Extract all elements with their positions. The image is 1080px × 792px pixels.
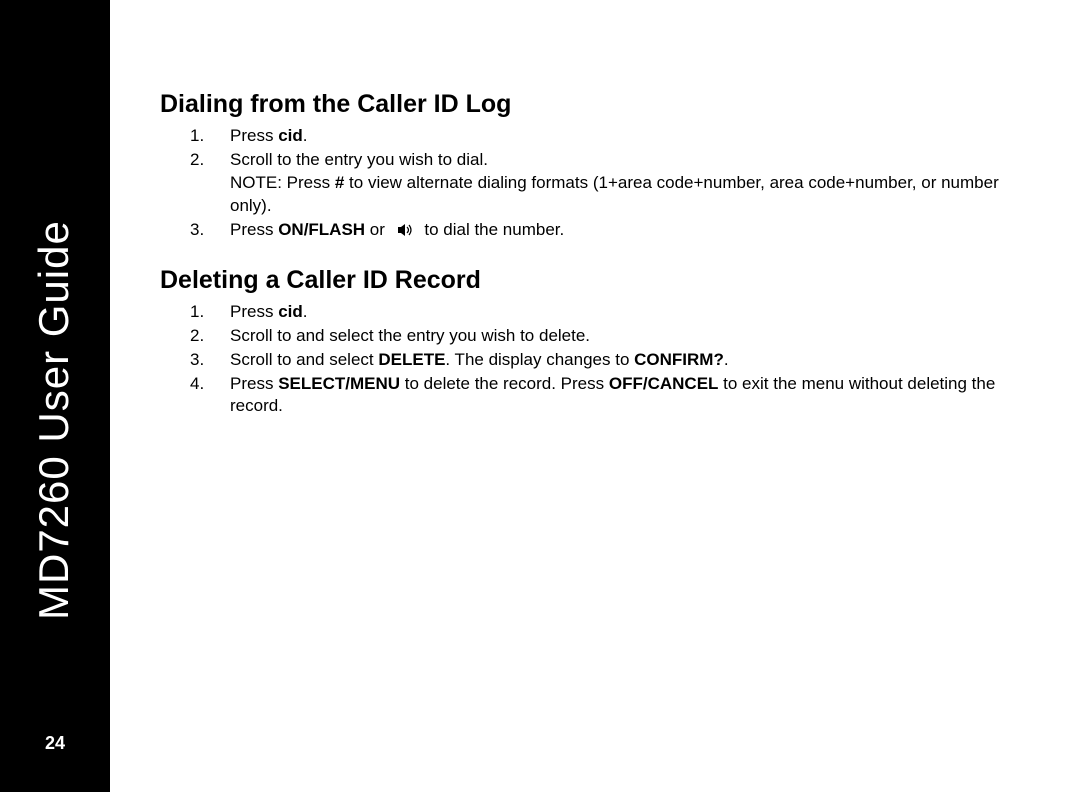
step-text-bold: SELECT/MENU — [278, 374, 400, 393]
step-text: . — [303, 126, 308, 145]
section-heading-deleting: Deleting a Caller ID Record — [160, 266, 1030, 295]
step-text: to delete the record. Press — [400, 374, 609, 393]
step-text: . — [303, 302, 308, 321]
steps-dialing: 1. Press cid. 2. Scroll to the entry you… — [160, 125, 1030, 242]
step-text: or — [365, 220, 390, 239]
step-text-bold: OFF/CANCEL — [609, 374, 719, 393]
step-text: Scroll to and select the entry you wish … — [230, 326, 590, 345]
step-item: 2. Scroll to the entry you wish to dial.… — [160, 149, 1030, 218]
step-number: 4. — [190, 373, 204, 396]
sidebar: MD7260 User Guide 24 — [0, 0, 110, 792]
step-item: 3. Scroll to and select DELETE. The disp… — [160, 349, 1030, 372]
step-item: 1. Press cid. — [160, 301, 1030, 324]
step-text: Scroll to and select — [230, 350, 378, 369]
step-text: Press — [230, 220, 278, 239]
note-text-bold: # — [335, 173, 344, 192]
speaker-icon — [396, 219, 414, 242]
step-number: 1. — [190, 301, 204, 324]
step-number: 2. — [190, 149, 204, 172]
note-text: to view alternate dialing formats (1+are… — [230, 173, 999, 215]
section-heading-dialing: Dialing from the Caller ID Log — [160, 90, 1030, 119]
guide-title: MD7260 User Guide — [30, 120, 78, 620]
step-text: . The display changes to — [445, 350, 634, 369]
step-text: . — [724, 350, 729, 369]
page-number: 24 — [45, 733, 65, 754]
step-text: Press — [230, 126, 278, 145]
page-content: Dialing from the Caller ID Log 1. Press … — [110, 0, 1080, 792]
step-text-bold: DELETE — [378, 350, 445, 369]
step-text-bold: cid — [278, 302, 303, 321]
step-item: 3. Press ON/FLASH or to dial the number. — [160, 219, 1030, 242]
step-text: to dial the number. — [420, 220, 565, 239]
step-text: Press — [230, 374, 278, 393]
step-item: 4. Press SELECT/MENU to delete the recor… — [160, 373, 1030, 419]
step-number: 3. — [190, 349, 204, 372]
step-item: 1. Press cid. — [160, 125, 1030, 148]
step-number: 3. — [190, 219, 204, 242]
step-item: 2. Scroll to and select the entry you wi… — [160, 325, 1030, 348]
step-number: 2. — [190, 325, 204, 348]
note-text: NOTE: Press — [230, 173, 335, 192]
step-text-bold: CONFIRM? — [634, 350, 724, 369]
step-text-bold: cid — [278, 126, 303, 145]
step-text: Scroll to the entry you wish to dial. — [230, 150, 488, 169]
step-number: 1. — [190, 125, 204, 148]
step-text-bold: ON/FLASH — [278, 220, 365, 239]
steps-deleting: 1. Press cid. 2. Scroll to and select th… — [160, 301, 1030, 419]
step-text: Press — [230, 302, 278, 321]
